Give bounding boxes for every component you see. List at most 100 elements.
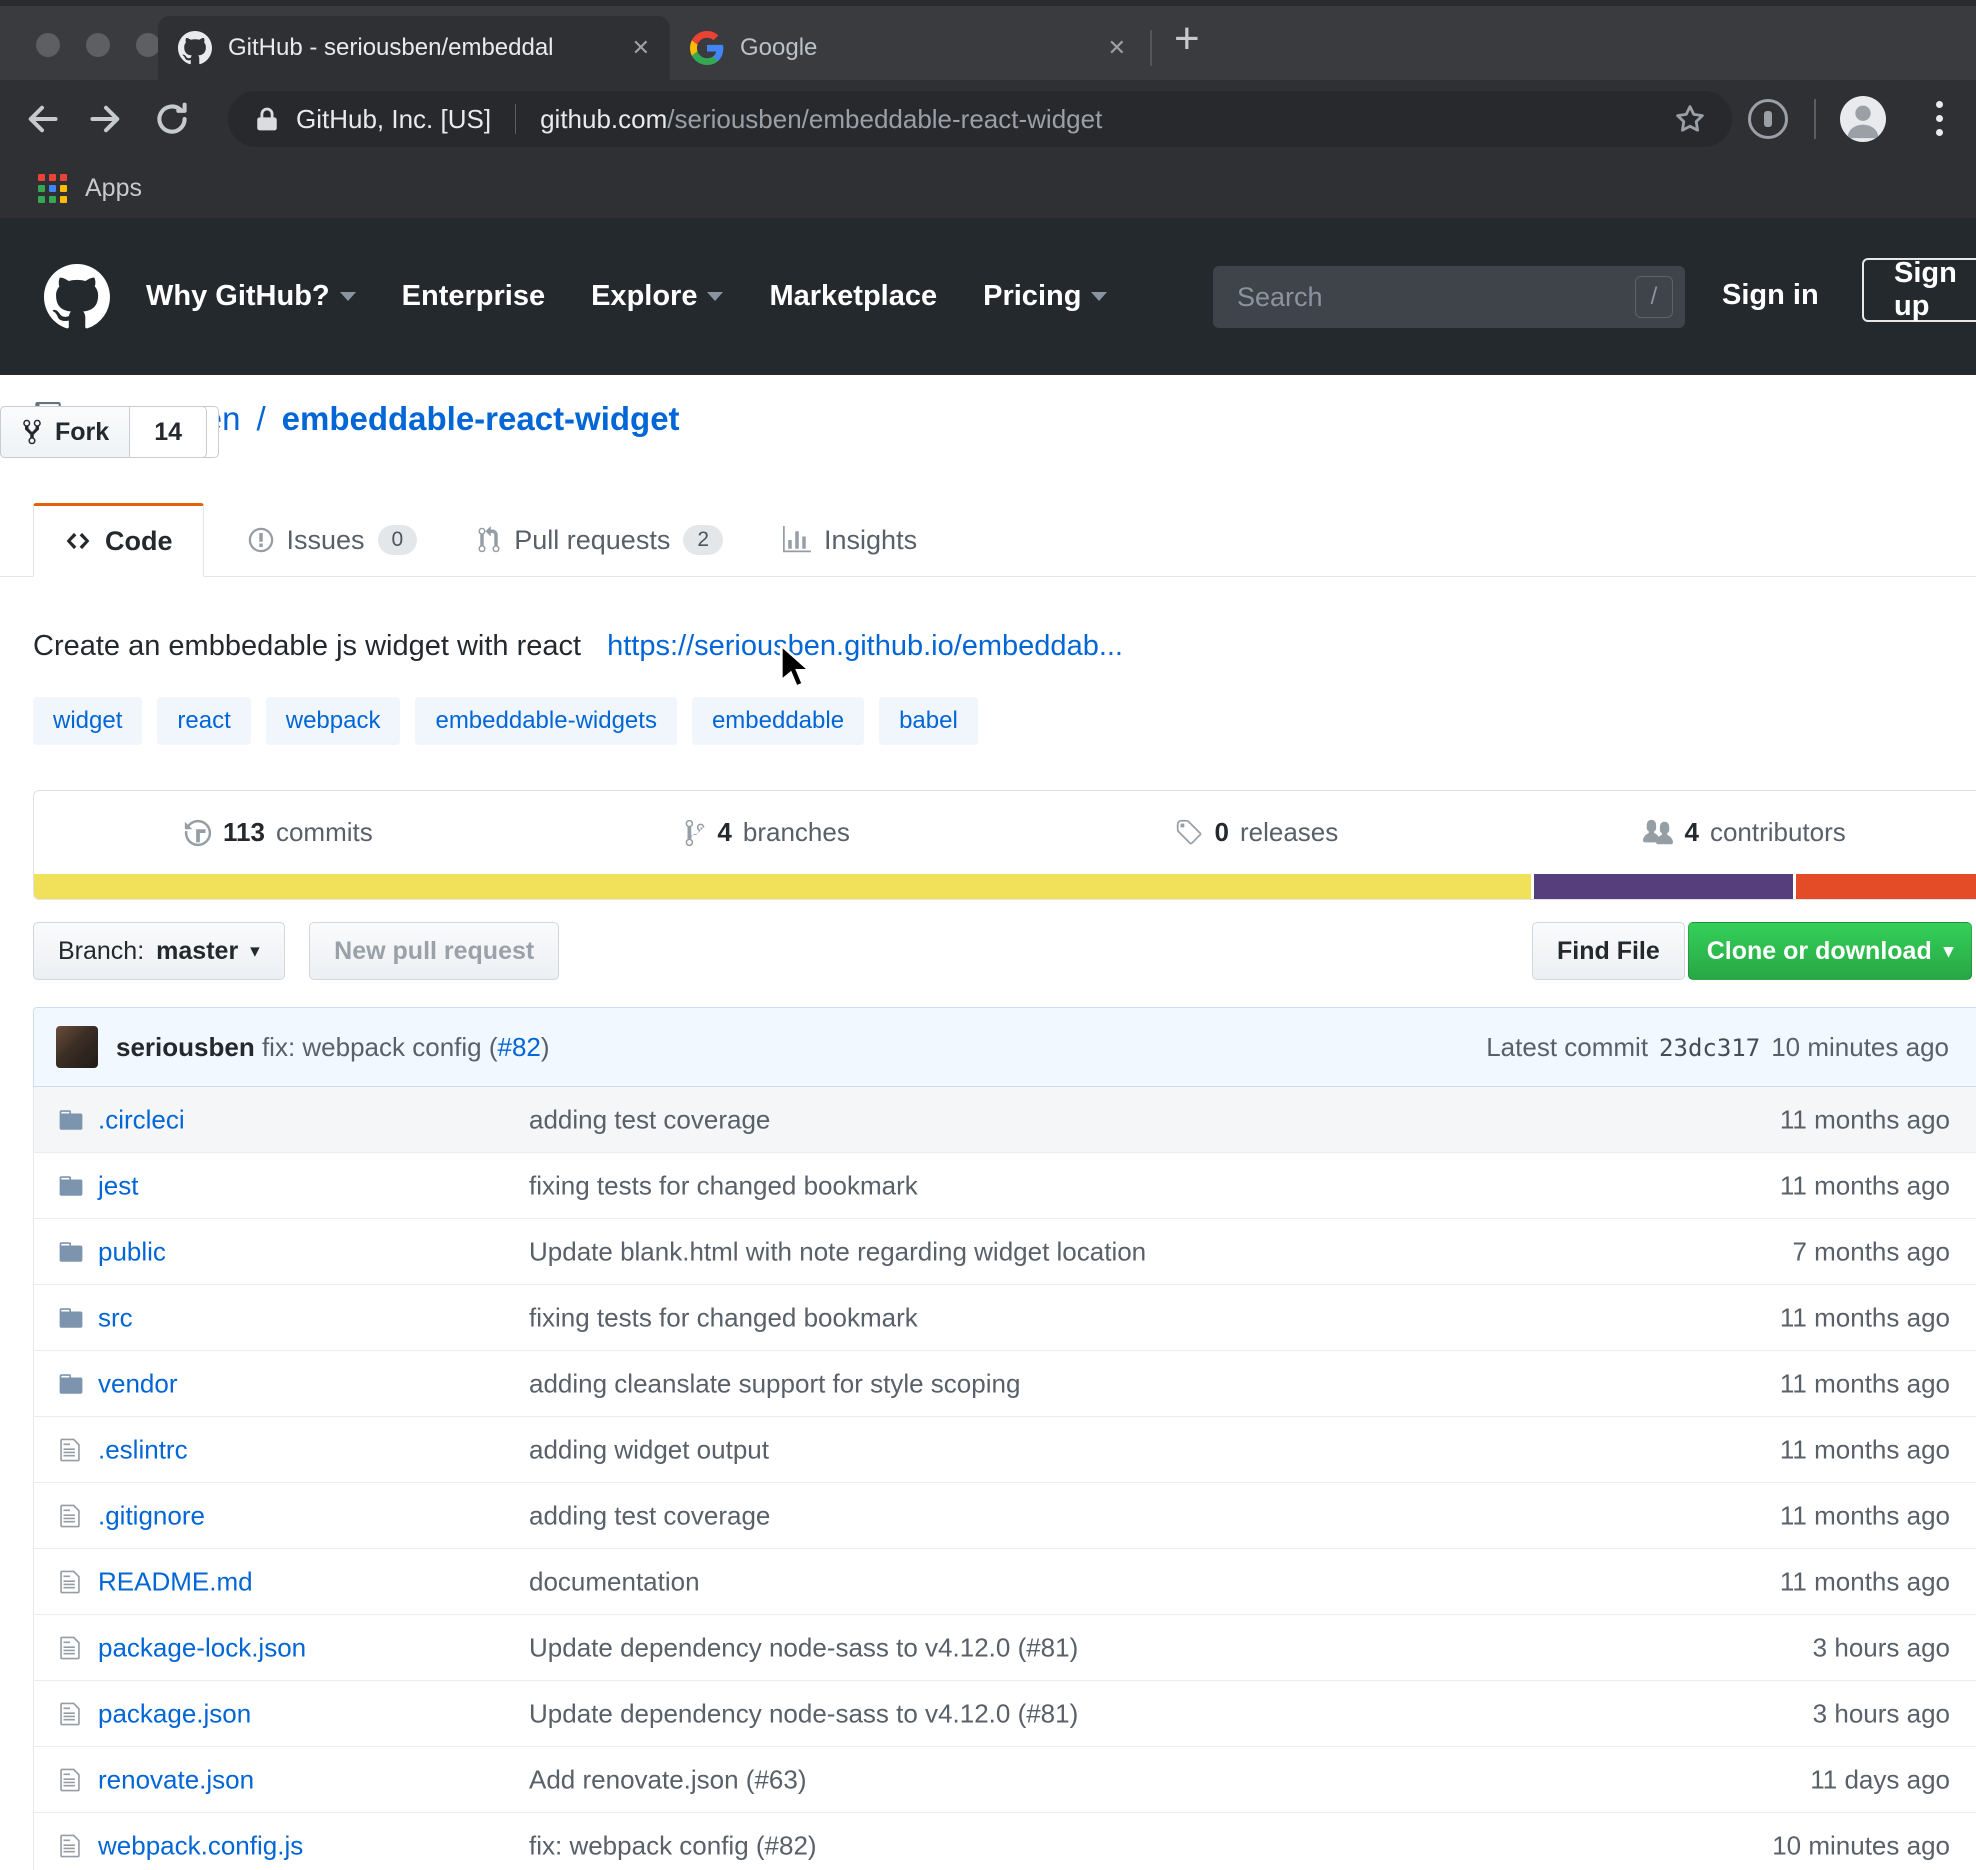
commit-message-link[interactable]: adding test coverage — [529, 1500, 770, 1531]
repo-separator: / — [256, 400, 265, 438]
table-row: vendor adding cleanslate support for styl… — [34, 1351, 1976, 1417]
tab-issues[interactable]: Issues 0 — [218, 503, 448, 577]
commit-message-link[interactable]: documentation — [529, 1566, 700, 1597]
apps-label[interactable]: Apps — [85, 174, 142, 203]
bookmark-star-icon[interactable] — [1674, 103, 1706, 135]
tab-title: GitHub - seriousben/embeddal — [228, 34, 616, 62]
sign-in-link[interactable]: Sign in — [1722, 279, 1819, 312]
gh-nav-item-explore[interactable]: Explore — [591, 280, 723, 313]
topic-react[interactable]: react — [157, 697, 250, 745]
file-name-link[interactable]: renovate.json — [98, 1764, 254, 1795]
sign-up-button[interactable]: Sign up — [1862, 258, 1976, 322]
file-age: 11 months ago — [1780, 1368, 1950, 1399]
commit-message-link[interactable]: adding test coverage — [529, 1104, 770, 1135]
commit-message-link[interactable]: Update blank.html with note regarding wi… — [529, 1236, 1146, 1267]
topic-babel[interactable]: babel — [879, 697, 978, 745]
topic-embeddable-widgets[interactable]: embeddable-widgets — [415, 697, 676, 745]
forward-icon[interactable] — [84, 97, 128, 141]
commit-message-link[interactable]: adding cleanslate support for style scop… — [529, 1368, 1020, 1399]
language-segment[interactable] — [1534, 874, 1793, 900]
file-name-link[interactable]: vendor — [98, 1368, 178, 1399]
latest-commit-meta: Latest commit 23dc317 10 minutes ago — [1486, 1032, 1949, 1063]
tab-close-icon[interactable]: ✕ — [1108, 35, 1126, 61]
file-name-link[interactable]: README.md — [98, 1566, 253, 1597]
latest-commit-label: Latest commit — [1486, 1032, 1648, 1063]
new-pull-request-button[interactable]: New pull request — [309, 922, 559, 980]
back-icon[interactable] — [20, 97, 64, 141]
file-name-link[interactable]: .circleci — [98, 1104, 185, 1135]
browser-tab-google[interactable]: Google ✕ — [670, 16, 1146, 80]
file-age: 11 days ago — [1810, 1764, 1950, 1795]
commit-sha-link[interactable]: 23dc317 — [1659, 1034, 1760, 1062]
gh-nav-item-why-github[interactable]: Why GitHub? — [146, 280, 356, 313]
avatar[interactable] — [56, 1026, 98, 1068]
commit-message-link[interactable]: fixing tests for changed bookmark — [529, 1170, 918, 1201]
tab-close-icon[interactable]: ✕ — [632, 35, 650, 61]
topic-embeddable[interactable]: embeddable — [692, 697, 864, 745]
minimize-window-button[interactable] — [86, 33, 110, 57]
commit-message-link[interactable]: fix: webpack config (#82) — [529, 1830, 817, 1861]
file-name-link[interactable]: public — [98, 1236, 166, 1267]
file-name-link[interactable]: jest — [98, 1170, 138, 1201]
fork-button[interactable]: Fork — [0, 406, 130, 458]
url-domain: github.com — [540, 104, 667, 135]
file-name-link[interactable]: package-lock.json — [98, 1632, 306, 1663]
topic-webpack[interactable]: webpack — [266, 697, 401, 745]
slash-shortcut-key: / — [1635, 276, 1673, 318]
repo-description: Create an embbedable js widget with reac… — [33, 630, 581, 663]
clone-or-download-button[interactable]: Clone or download ▾ — [1688, 922, 1972, 980]
commit-message-link[interactable]: Add renovate.json (#63) — [529, 1764, 807, 1795]
close-window-button[interactable] — [36, 33, 60, 57]
commit-message-link[interactable]: Update dependency node-sass to v4.12.0 (… — [529, 1632, 1078, 1663]
gh-nav-item-marketplace[interactable]: Marketplace — [769, 280, 937, 313]
search-input[interactable] — [1213, 266, 1685, 328]
fork-count[interactable]: 14 — [130, 406, 207, 458]
language-segment[interactable] — [1796, 874, 1976, 900]
extension-icon[interactable] — [1748, 99, 1788, 139]
file-name-link[interactable]: package.json — [98, 1698, 251, 1729]
tab-pull-requests[interactable]: Pull requests 2 — [447, 503, 753, 577]
gh-nav-item-pricing[interactable]: Pricing — [983, 280, 1107, 313]
stat-branches[interactable]: 4branches — [523, 817, 1012, 848]
language-bar[interactable] — [34, 874, 1976, 900]
file-name-link[interactable]: .eslintrc — [98, 1434, 188, 1465]
repo-name-link[interactable]: embeddable-react-widget — [282, 400, 680, 438]
people-icon — [1643, 818, 1673, 848]
browser-profile-avatar[interactable] — [1840, 96, 1886, 142]
repo-nav: Code Issues 0 Pull requests 2 Insights — [33, 503, 947, 577]
commit-message-link[interactable]: fixing tests for changed bookmark — [529, 1302, 918, 1333]
branch-selector[interactable]: Branch: master ▾ — [33, 922, 285, 980]
url-bar[interactable]: GitHub, Inc. [US] github.com /seriousben… — [228, 91, 1732, 147]
tab-code[interactable]: Code — [33, 503, 204, 577]
new-tab-button[interactable]: + — [1174, 14, 1200, 64]
file-name-link[interactable]: webpack.config.js — [98, 1830, 303, 1861]
topic-widget[interactable]: widget — [33, 697, 142, 745]
file-name-link[interactable]: .gitignore — [98, 1500, 205, 1531]
file-icon — [58, 1767, 82, 1793]
github-logo-icon[interactable] — [44, 264, 110, 330]
browser-tab-github[interactable]: GitHub - seriousben/embeddal ✕ — [158, 16, 670, 80]
latest-commit-bar: seriousben fix: webpack config (#82) Lat… — [33, 1007, 1976, 1087]
maximize-window-button[interactable] — [136, 33, 160, 57]
stat-commits[interactable]: 113commits — [34, 817, 523, 848]
tab-insights[interactable]: Insights — [753, 503, 947, 577]
stat-value: 113 — [223, 817, 265, 848]
gh-nav-item-enterprise[interactable]: Enterprise — [402, 280, 545, 313]
file-icon — [58, 1833, 82, 1859]
apps-grid-icon[interactable] — [38, 174, 67, 203]
file-age: 10 minutes ago — [1772, 1830, 1950, 1861]
file-icon — [58, 1569, 82, 1595]
reload-icon[interactable] — [150, 97, 194, 141]
browser-menu-icon[interactable] — [1936, 101, 1943, 136]
commit-message-link[interactable]: adding widget output — [529, 1434, 769, 1465]
commit-issue-link[interactable]: #82 — [498, 1032, 541, 1062]
find-file-button[interactable]: Find File — [1532, 922, 1685, 980]
stat-releases[interactable]: 0releases — [1012, 817, 1501, 848]
commit-author-link[interactable]: seriousben — [116, 1032, 255, 1062]
repo-website-link[interactable]: https://seriousben.github.io/embeddab... — [607, 630, 1123, 663]
code-icon — [64, 528, 92, 554]
language-segment[interactable] — [34, 874, 1531, 900]
stat-contributors[interactable]: 4contributors — [1500, 817, 1976, 848]
file-name-link[interactable]: src — [98, 1302, 133, 1333]
commit-message-link[interactable]: Update dependency node-sass to v4.12.0 (… — [529, 1698, 1078, 1729]
